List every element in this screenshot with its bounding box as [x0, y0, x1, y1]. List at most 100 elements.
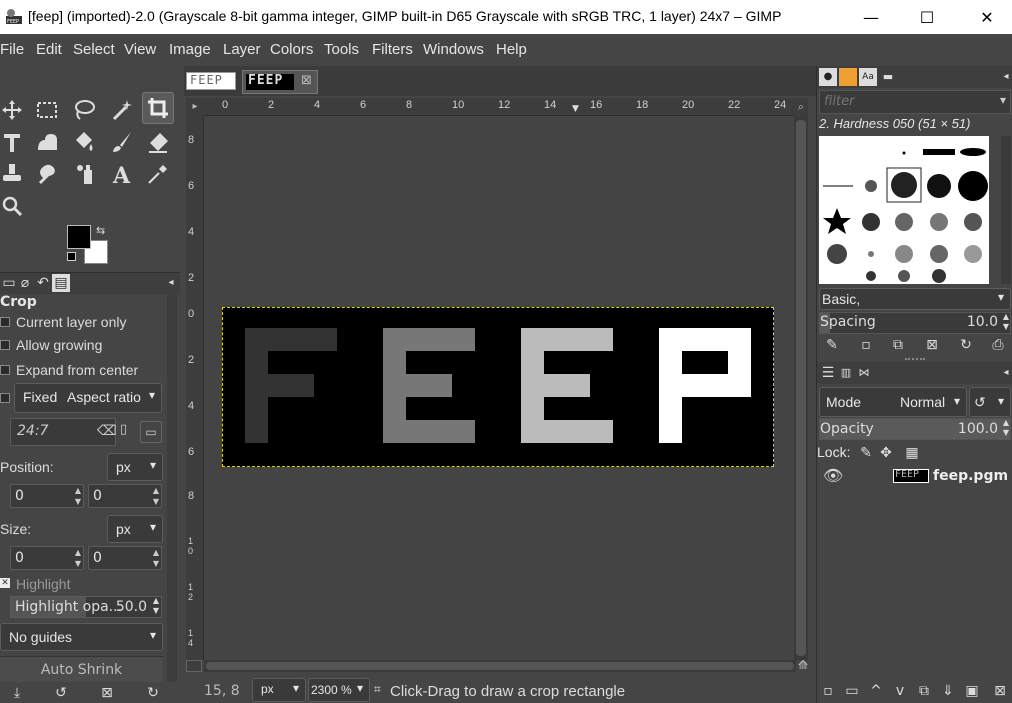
quick-mask-toggle-icon[interactable] [186, 660, 202, 672]
menu-help[interactable]: Help [496, 41, 527, 58]
layers-tab-icon[interactable]: ☰ [819, 364, 837, 382]
portrait-icon[interactable]: ▯ [120, 422, 127, 437]
raise-layer-icon[interactable]: ^ [867, 682, 885, 700]
delete-layer-icon[interactable]: ⊠ [991, 682, 1009, 700]
spin-arrows-icon[interactable]: ▲ ▼ [75, 485, 81, 507]
menu-file[interactable]: File [0, 41, 24, 58]
configure-tab-icon[interactable]: ◂ [997, 68, 1012, 86]
dodge-icon[interactable] [68, 158, 100, 190]
menu-layer[interactable]: Layer [223, 41, 261, 58]
auto-shrink-button[interactable]: Auto Shrink [0, 656, 163, 682]
position-unit-combo[interactable]: px ▾ [107, 453, 163, 481]
paintbrush-icon[interactable] [106, 126, 138, 158]
menu-select[interactable]: Select [73, 41, 115, 58]
device-status-tab-icon[interactable]: ⌀ [16, 274, 34, 292]
restore-options-icon[interactable]: ↺ [52, 684, 70, 702]
size-h-spin[interactable]: 0 ▲ ▼ [88, 546, 162, 570]
spin-arrows-icon[interactable]: ▲ ▼ [75, 547, 81, 569]
spin-arrows-icon[interactable]: ▲ ▼ [153, 596, 159, 616]
rect-select-icon[interactable] [31, 94, 63, 126]
menu-view[interactable]: View [124, 41, 156, 58]
eraser-icon[interactable] [142, 126, 174, 158]
spin-arrows-icon[interactable]: ▲ ▼ [1003, 418, 1009, 438]
menu-edit[interactable]: Edit [36, 41, 62, 58]
expand-from-center-checkbox[interactable] [0, 365, 10, 375]
visibility-eye-icon[interactable]: 👁 [823, 466, 843, 485]
menu-windows[interactable]: Windows [423, 41, 484, 58]
default-colors-icon[interactable] [67, 252, 76, 261]
bucket-fill-icon[interactable] [68, 126, 100, 158]
brush-grid[interactable] [819, 136, 989, 284]
brush-preset-combo[interactable]: Basic, ▾ [819, 288, 1011, 310]
reset-options-icon[interactable]: ↻ [144, 684, 162, 702]
guides-combo[interactable]: No guides ▾ [0, 623, 163, 651]
brush-grid-scrollbar[interactable] [1001, 136, 1011, 284]
vertical-scrollbar[interactable] [794, 116, 808, 660]
open-brush-icon[interactable]: ⎙ [989, 336, 1007, 354]
duplicate-brush-icon[interactable]: ⧉ [889, 336, 907, 354]
spacing-slider[interactable]: Spacing 10.0 ▲ ▼ [819, 312, 1011, 334]
position-x-spin[interactable]: 0 ▲ ▼ [10, 484, 84, 508]
position-y-spin[interactable]: 0 ▲ ▼ [88, 484, 162, 508]
zoom-lock-icon[interactable]: ⌕ [794, 98, 808, 116]
highlight-checkbox[interactable]: ✕ [0, 578, 10, 588]
zoom-icon[interactable] [0, 190, 28, 222]
delete-brush-icon[interactable]: ⊠ [923, 336, 941, 354]
zoom-combo[interactable]: 2300 % ▾ [308, 678, 370, 702]
size-unit-combo[interactable]: px ▾ [107, 515, 163, 543]
spin-arrows-icon[interactable]: ▲ ▼ [153, 547, 159, 569]
lower-layer-icon[interactable]: v [891, 682, 909, 700]
duplicate-layer-icon[interactable]: ⧉ [915, 682, 933, 700]
highlight-opacity-slider[interactable]: Highlight opa... 50.0 ▲ ▼ [10, 596, 162, 618]
new-layer-group-icon[interactable]: ▭ [843, 682, 861, 700]
tool-options-scrollbar[interactable] [167, 292, 177, 682]
layer-mode-combo[interactable]: Mode Normal ▾ [819, 387, 967, 417]
merge-layer-icon[interactable]: ⇓ [939, 682, 957, 700]
new-layer-icon[interactable]: ▫ [819, 682, 837, 700]
new-brush-icon[interactable]: ▫ [857, 336, 875, 354]
dynamics-tab-icon[interactable]: ▬ [879, 68, 897, 86]
warp-icon[interactable] [31, 126, 63, 158]
lock-position-icon[interactable]: ✥ [877, 444, 895, 462]
image-tab-2[interactable]: FEEP ⊠ [242, 70, 318, 94]
menu-tools[interactable]: Tools [324, 41, 359, 58]
fonts-tab-icon[interactable]: Aa [859, 68, 877, 86]
color-picker-icon[interactable] [142, 158, 174, 190]
menu-colors[interactable]: Colors [270, 41, 313, 58]
layer-opacity-slider[interactable]: Opacity 100.0 ▲ ▼ [819, 418, 1011, 440]
unit-combo[interactable]: px ▾ [252, 678, 306, 702]
spin-arrows-icon[interactable]: ▲ ▼ [1003, 312, 1009, 332]
text-icon[interactable]: A [106, 158, 138, 190]
fixed-mode-combo[interactable]: Fixed Aspect ratio ▾ [14, 383, 162, 413]
layer-mask-icon[interactable]: ▣ [963, 682, 981, 700]
landscape-icon[interactable]: ▭ [140, 421, 162, 443]
lasso-icon[interactable] [68, 94, 100, 126]
minimize-button[interactable]: — [848, 0, 894, 34]
close-tab-icon[interactable]: ⊠ [301, 73, 312, 88]
layer-row[interactable]: 👁 FEEP feep.pgm [817, 464, 1012, 490]
menu-filters[interactable]: Filters [372, 41, 413, 58]
ratio-input[interactable]: 24:7 ⌫ [10, 418, 117, 446]
crop-icon[interactable] [142, 92, 174, 124]
menu-image[interactable]: Image [169, 41, 211, 58]
size-w-spin[interactable]: 0 ▲ ▼ [10, 546, 84, 570]
chevron-down-icon[interactable]: ▾ [1000, 93, 1006, 107]
save-options-icon[interactable]: ⤓ [8, 684, 26, 702]
quick-mask-corner-icon[interactable]: ▸ [186, 98, 204, 116]
close-button[interactable]: ✕ [964, 0, 1010, 34]
brushes-tab-icon[interactable]: ● [819, 68, 837, 86]
images-tab-icon[interactable]: ▤ [52, 274, 70, 292]
paths-tab-icon[interactable]: ⋈ [855, 364, 873, 382]
move-icon[interactable] [0, 94, 28, 126]
horizontal-scrollbar[interactable] [204, 660, 796, 672]
configure-tab-icon[interactable]: ◂ [997, 364, 1012, 382]
vertical-scroll-thumb[interactable] [796, 120, 806, 656]
patterns-tab-icon[interactable] [839, 68, 857, 86]
brush-filter-input[interactable]: filter ▾ [819, 90, 1011, 114]
refresh-brushes-icon[interactable]: ↻ [957, 336, 975, 354]
lock-alpha-icon[interactable]: ▦ [903, 444, 921, 462]
current-layer-only-checkbox[interactable] [0, 317, 10, 327]
lock-pixels-icon[interactable]: ✎ [857, 444, 875, 462]
edit-brush-icon[interactable]: ✎ [823, 336, 841, 354]
smudge-icon[interactable] [31, 158, 63, 190]
